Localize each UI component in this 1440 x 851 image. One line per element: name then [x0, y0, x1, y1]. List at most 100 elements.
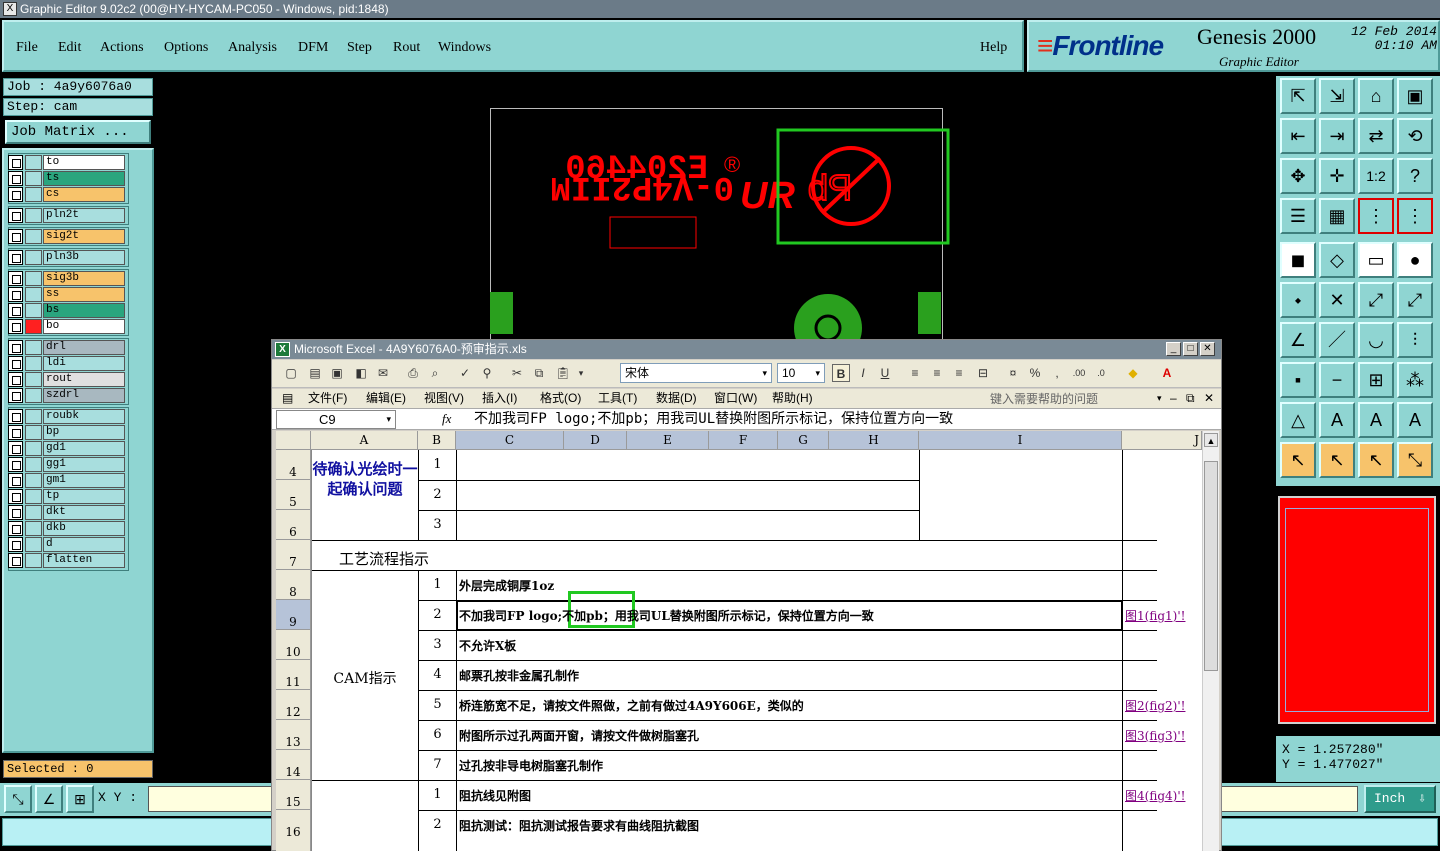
- fig4-link[interactable]: 图4(fig4)'!: [1125, 787, 1201, 804]
- menu-help[interactable]: Help: [980, 40, 1007, 56]
- layer-name[interactable]: flatten: [43, 553, 125, 568]
- fit-icon[interactable]: ✥: [1280, 158, 1316, 194]
- layer-color-swatch[interactable]: [25, 208, 42, 223]
- layer-color-swatch[interactable]: [25, 356, 42, 371]
- row-header-11[interactable]: 11: [276, 660, 311, 690]
- email-icon[interactable]: ✉: [374, 364, 392, 382]
- ask-question-box[interactable]: 键入需要帮助的问题: [990, 390, 1160, 409]
- layer-color-swatch[interactable]: [25, 505, 42, 520]
- layer-color-swatch[interactable]: [25, 250, 42, 265]
- row-header-12[interactable]: 12: [276, 690, 311, 720]
- layer-row-flatten[interactable]: flatten: [8, 553, 126, 568]
- item-cell[interactable]: 外层完成铜厚1oz: [459, 577, 1119, 594]
- measure-icon[interactable]: ⊞: [1358, 362, 1394, 398]
- row-header-16[interactable]: 16: [276, 810, 311, 851]
- layer-checkbox[interactable]: [8, 356, 23, 371]
- ruler-icon[interactable]: ▭: [1358, 242, 1394, 278]
- num-cell[interactable]: 4: [419, 667, 456, 682]
- snap-icon[interactable]: ⋮: [1358, 198, 1394, 234]
- zoom-home-icon[interactable]: ⇱: [1280, 78, 1316, 114]
- layer-row-to[interactable]: to: [8, 155, 126, 170]
- layer-row-rout[interactable]: rout: [8, 372, 126, 387]
- pad-add-icon[interactable]: ▪: [1280, 362, 1316, 398]
- layer-checkbox[interactable]: [8, 425, 23, 440]
- layer-color-swatch[interactable]: [25, 473, 42, 488]
- layer-name[interactable]: ts: [43, 171, 125, 186]
- layer-color-swatch[interactable]: [25, 388, 42, 403]
- num-cell[interactable]: 1: [419, 577, 456, 592]
- print-icon[interactable]: ⎙: [404, 364, 422, 382]
- excel-menu-view[interactable]: 视图(V): [424, 389, 464, 408]
- row-header-4[interactable]: 4: [276, 450, 311, 480]
- layer-checkbox[interactable]: [8, 537, 23, 552]
- menu-analysis[interactable]: Analysis: [228, 40, 277, 56]
- merge-center-icon[interactable]: ⊟: [974, 364, 992, 382]
- align-right-icon[interactable]: ≡: [950, 364, 968, 382]
- num-cell[interactable]: 1: [419, 787, 456, 802]
- comma-icon[interactable]: ,: [1048, 364, 1066, 382]
- column-header-e[interactable]: E: [627, 431, 709, 450]
- align-center-icon[interactable]: ≡: [928, 364, 946, 382]
- row-header-9[interactable]: 9: [276, 600, 311, 630]
- layer-checkbox[interactable]: [8, 229, 23, 244]
- pan-right-icon[interactable]: ⇥: [1319, 118, 1355, 154]
- connect-alt-icon[interactable]: ⤢: [1397, 282, 1433, 318]
- maximize-icon[interactable]: □: [1183, 342, 1198, 356]
- restore-doc-icon[interactable]: ⧉: [1186, 389, 1195, 408]
- window-view-icon[interactable]: ▣: [1397, 78, 1433, 114]
- close-icon[interactable]: ✕: [1200, 342, 1215, 356]
- angle-snap-icon[interactable]: ∠: [35, 785, 63, 813]
- snap-alt-icon[interactable]: ⋮: [1397, 198, 1433, 234]
- num-cell[interactable]: 2: [419, 607, 456, 622]
- menu-actions[interactable]: Actions: [100, 40, 144, 56]
- num-cell[interactable]: 5: [419, 697, 456, 712]
- layer-name[interactable]: d: [43, 537, 125, 552]
- item-cell[interactable]: 不允许X板: [459, 637, 1119, 654]
- fig1-link[interactable]: 图1(fig1)'!: [1125, 607, 1201, 624]
- column-header-i[interactable]: I: [919, 431, 1122, 450]
- layer-name[interactable]: bo: [43, 319, 125, 334]
- layer-row-drl[interactable]: drl: [8, 340, 126, 355]
- currency-icon[interactable]: ¤: [1004, 364, 1022, 382]
- fig3-link[interactable]: 图3(fig3)'!: [1125, 727, 1201, 744]
- triangle-b-icon[interactable]: A: [1358, 402, 1394, 438]
- layer-row-pln2t[interactable]: pln2t: [8, 208, 126, 223]
- excel-menu-data[interactable]: 数据(D): [656, 389, 697, 408]
- layer-name[interactable]: pln3b: [43, 250, 125, 265]
- layer-color-swatch[interactable]: [25, 425, 42, 440]
- triangle-icon[interactable]: △: [1280, 402, 1316, 438]
- minimize-icon[interactable]: _: [1166, 342, 1181, 356]
- excel-menu-tools[interactable]: 工具(T): [598, 389, 637, 408]
- decrease-decimal-icon[interactable]: .0: [1092, 364, 1110, 382]
- row-header-10[interactable]: 10: [276, 630, 311, 660]
- item-cell[interactable]: 过孔按非导电树脂塞孔制作: [459, 757, 1119, 774]
- layer-row-ldi[interactable]: ldi: [8, 356, 126, 371]
- column-header-g[interactable]: G: [778, 431, 829, 450]
- zoom-in-icon[interactable]: ⇲: [1319, 78, 1355, 114]
- layer-color-swatch[interactable]: [25, 537, 42, 552]
- menu-dfm[interactable]: DFM: [298, 40, 328, 56]
- excel-menu-help[interactable]: 帮助(H): [772, 389, 813, 408]
- row-header-15[interactable]: 15: [276, 780, 311, 810]
- layer-checkbox[interactable]: [8, 473, 23, 488]
- layer-name[interactable]: dkb: [43, 521, 125, 536]
- close-doc-icon[interactable]: ✕: [1204, 389, 1214, 408]
- column-header-c[interactable]: C: [456, 431, 564, 450]
- excel-menu-file[interactable]: 文件(F): [308, 389, 347, 408]
- layer-name[interactable]: tp: [43, 489, 125, 504]
- row-header-6[interactable]: 6: [276, 510, 311, 540]
- layer-checkbox[interactable]: [8, 457, 23, 472]
- line-icon[interactable]: ／: [1319, 322, 1355, 358]
- menu-file[interactable]: File: [16, 40, 38, 56]
- layer-checkbox[interactable]: [8, 171, 23, 186]
- excel-window[interactable]: X Microsoft Excel - 4A9Y6076A0-预审指示.xls …: [271, 339, 1222, 851]
- menu-windows[interactable]: Windows: [438, 40, 491, 56]
- layer-row-roubk[interactable]: roubk: [8, 409, 126, 424]
- num-cell[interactable]: 6: [419, 727, 456, 742]
- layer-color-swatch[interactable]: [25, 171, 42, 186]
- column-header-d[interactable]: D: [564, 431, 627, 450]
- cut-icon[interactable]: ✂: [508, 364, 526, 382]
- layer-checkbox[interactable]: [8, 271, 23, 286]
- layer-color-swatch[interactable]: [25, 340, 42, 355]
- num-cell[interactable]: 3: [419, 637, 456, 652]
